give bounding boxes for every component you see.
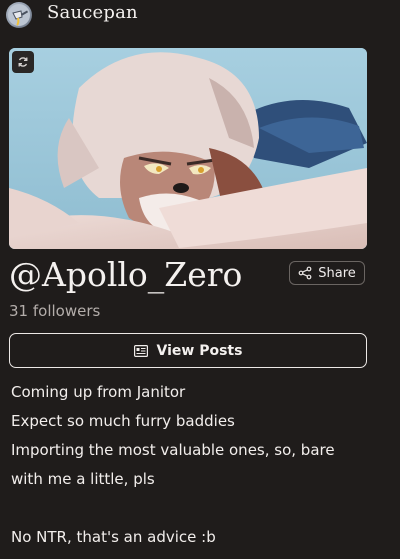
profile-banner-image — [9, 48, 367, 249]
share-label: Share — [318, 265, 356, 281]
bio-line — [11, 494, 391, 523]
view-posts-button[interactable]: View Posts — [9, 333, 367, 368]
app-title[interactable]: Saucepan — [47, 2, 138, 23]
share-button[interactable]: Share — [289, 261, 365, 285]
bio-line: with me a little, pls — [11, 470, 155, 488]
bio-line: Coming up from Janitor — [11, 383, 186, 401]
refresh-icon — [18, 57, 28, 67]
posts-icon — [133, 344, 148, 357]
view-posts-label: View Posts — [156, 342, 243, 359]
share-icon — [298, 266, 312, 280]
bio-line: Importing the most valuable ones, so, ba… — [11, 441, 335, 459]
profile-bio: Coming up from Janitor Expect so much fu… — [11, 378, 391, 552]
saucepan-logo-icon[interactable] — [6, 2, 32, 28]
refresh-button[interactable] — [12, 51, 34, 73]
bio-line: Expect so much furry baddies — [11, 412, 235, 430]
top-bar: Saucepan — [0, 0, 400, 32]
bio-line: No NTR, that's an advice :b — [11, 528, 216, 546]
profile-username: @Apollo_Zero — [9, 255, 243, 294]
followers-count: 31 followers — [9, 302, 101, 320]
